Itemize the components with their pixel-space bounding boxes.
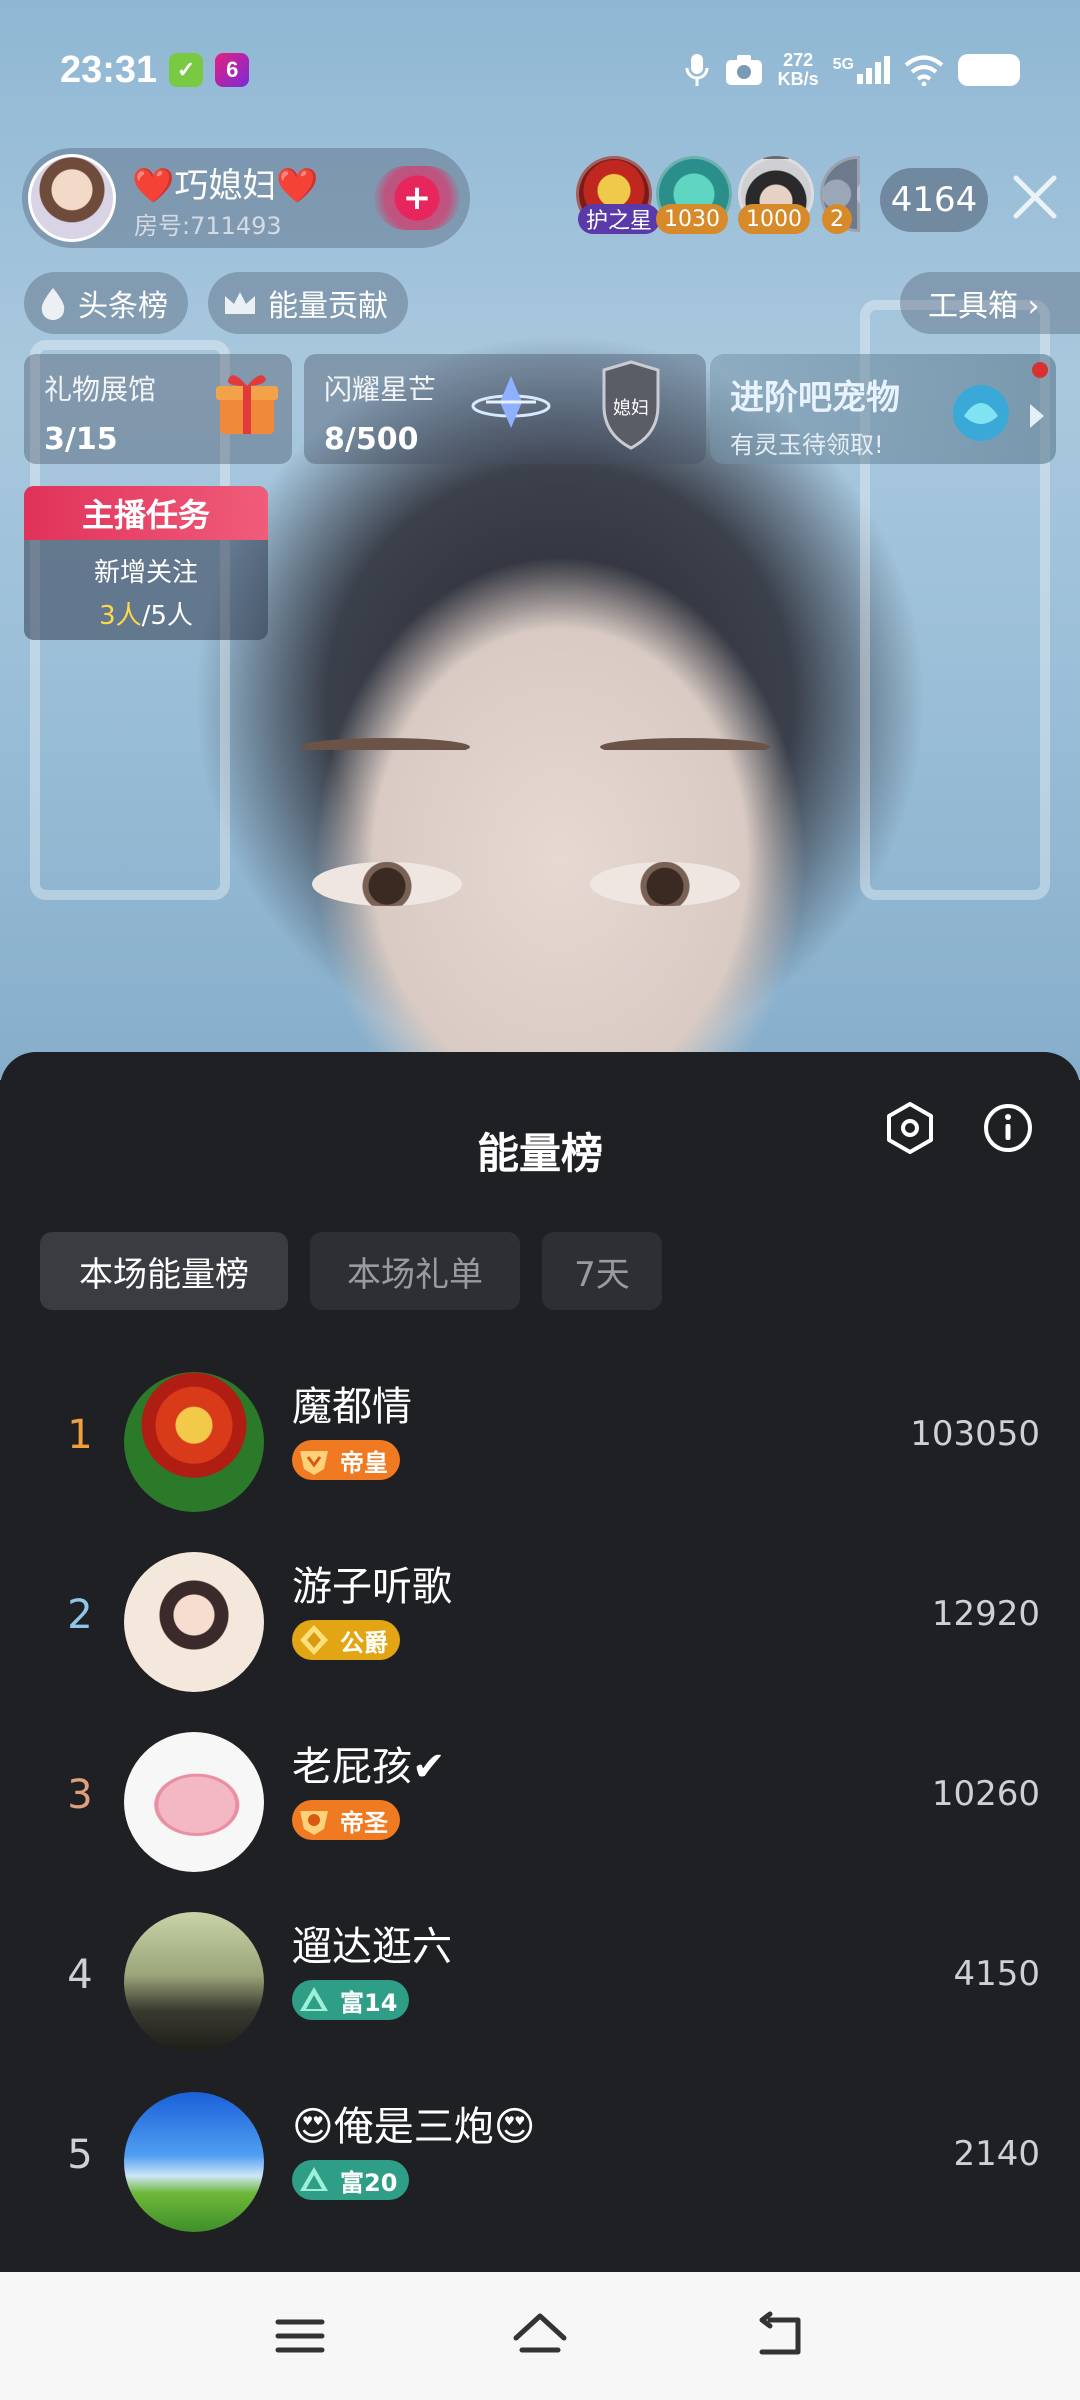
viewer-count[interactable]: 4164 — [880, 168, 988, 232]
host-name: ❤️巧媳妇❤️ — [132, 166, 319, 206]
user-name: 游子听歌 — [292, 1564, 452, 1610]
svg-text:媳妇: 媳妇 — [613, 398, 649, 419]
ranking-row[interactable]: 5 😍俺是三炮😍 富20 2140 — [0, 2080, 1080, 2240]
user-avatar[interactable] — [124, 1912, 264, 2052]
energy-score: 103050 — [910, 1414, 1040, 1454]
room-id: 房号:711493 — [134, 212, 282, 240]
energy-score: 4150 — [953, 1954, 1040, 1994]
user-name: 😍俺是三炮😍 — [292, 2104, 536, 2150]
energy-contribution-label: 能量贡献 — [268, 289, 388, 324]
rank-number: 2 — [67, 1592, 93, 1638]
microphone-icon — [685, 54, 709, 86]
energy-score: 12920 — [931, 1594, 1040, 1634]
camera-icon — [725, 55, 762, 85]
notification-dot — [1032, 362, 1048, 378]
level-badge: 公爵 — [292, 1620, 400, 1660]
wifi-icon — [904, 55, 944, 86]
network-speed: 272 KB/s — [777, 50, 819, 89]
user-avatar[interactable] — [124, 1552, 264, 1692]
rank-number: 4 — [67, 1952, 93, 1998]
level-badge: 富14 — [292, 1980, 410, 2020]
pet-upgrade-banner[interactable]: 进阶吧宠物 有灵玉待领取! — [710, 354, 1056, 464]
system-navigation-bar — [0, 2272, 1080, 2400]
rank-number: 1 — [67, 1412, 93, 1458]
settings-hexagon-icon[interactable] — [880, 1098, 940, 1158]
streamer-brow — [600, 738, 770, 756]
shield-badge-icon: 媳妇 — [602, 360, 660, 450]
saint-emperor-icon — [300, 1811, 328, 1835]
host-task-title: 主播任务 — [24, 486, 268, 540]
info-icon[interactable] — [978, 1098, 1038, 1158]
user-avatar[interactable] — [124, 1372, 264, 1512]
streamer-brow — [300, 738, 470, 756]
ranking-row[interactable]: 1 魔都情 帝皇 103050 — [0, 1360, 1080, 1520]
live-app-icon: 6 — [215, 53, 250, 87]
follow-button[interactable]: + — [374, 166, 460, 230]
energy-score: 2140 — [953, 2134, 1040, 2174]
ranking-row[interactable]: 2 游子听歌 公爵 12920 — [0, 1540, 1080, 1700]
host-info[interactable]: ❤️巧媳妇❤️ 房号:711493 + — [22, 148, 470, 248]
user-avatar[interactable] — [124, 1732, 264, 1872]
level-badge: 富20 — [292, 2160, 410, 2200]
toolbox-label: 工具箱 › — [928, 289, 1040, 324]
headline-chart-button[interactable]: 头条榜 — [24, 272, 188, 334]
host-avatar[interactable] — [28, 154, 116, 242]
gift-box-icon — [216, 375, 278, 434]
home-icon[interactable] — [508, 2306, 572, 2366]
energy-score: 10260 — [931, 1774, 1040, 1814]
wealth-level-icon — [300, 1987, 328, 2011]
energy-contribution-button[interactable]: 能量贡献 — [208, 272, 408, 334]
wealth-level-icon — [300, 2167, 328, 2191]
user-name: 魔都情 — [292, 1384, 412, 1430]
drop-icon — [41, 288, 65, 320]
toolbox-button[interactable]: 工具箱 › — [900, 272, 1080, 334]
back-icon[interactable] — [748, 2306, 812, 2366]
level-badge: 帝皇 — [292, 1440, 400, 1480]
ranking-row[interactable]: 3 老屁孩✔ 帝圣 10260 — [0, 1720, 1080, 1880]
streamer-eye — [312, 862, 462, 906]
tab-session-energy[interactable]: 本场能量榜 — [40, 1232, 288, 1310]
notification-app-icon: ✓ — [169, 53, 204, 87]
crown-icon — [225, 292, 255, 314]
signal-icon: 5G — [833, 56, 890, 84]
clock: 23:31 — [60, 48, 158, 91]
rank-number: 5 — [67, 2132, 93, 2178]
tab-session-gifts[interactable]: 本场礼单 — [310, 1232, 520, 1310]
battery-icon — [958, 54, 1020, 86]
user-avatar[interactable] — [124, 2092, 264, 2232]
emperor-icon — [300, 1451, 328, 1475]
pet-jade-icon — [953, 385, 1009, 441]
chevron-right-icon[interactable] — [1022, 398, 1052, 434]
menu-icon[interactable] — [268, 2306, 332, 2366]
rank-number: 3 — [67, 1772, 93, 1818]
viewer-badge: 1000 — [738, 204, 810, 234]
tab-7-days[interactable]: 7天 — [542, 1232, 662, 1310]
energy-ranking-sheet: 能量榜 本场能量榜 本场礼单 7天 1 魔都情 帝皇 103050 2 游子听歌… — [0, 1052, 1080, 2272]
viewer-badge: 1030 — [656, 204, 728, 234]
viewer-badge: 2 — [822, 204, 852, 234]
ranking-row[interactable]: 4 遛达逛六 富14 4150 — [0, 1900, 1080, 2060]
level-badge: 帝圣 — [292, 1800, 400, 1840]
close-icon[interactable] — [1008, 170, 1062, 224]
host-task-description: 新增关注 — [93, 558, 198, 588]
headline-chart-label: 头条榜 — [78, 289, 168, 324]
user-name: 遛达逛六 — [292, 1924, 452, 1970]
user-name: 老屁孩✔ — [292, 1744, 446, 1790]
host-task-progress: 3人/5人 — [99, 601, 193, 631]
status-bar: 23:31 ✓ 6 272 KB/s 5G — [0, 40, 1080, 100]
viewer-badge: 护之星 — [578, 204, 661, 234]
crystal-badge-icon — [471, 376, 551, 428]
duke-icon — [300, 1625, 328, 1655]
status-icons: 272 KB/s 5G — [684, 51, 1020, 89]
streamer-eye — [590, 862, 740, 906]
host-task-card[interactable]: 主播任务 新增关注 3人/5人 — [24, 486, 268, 640]
